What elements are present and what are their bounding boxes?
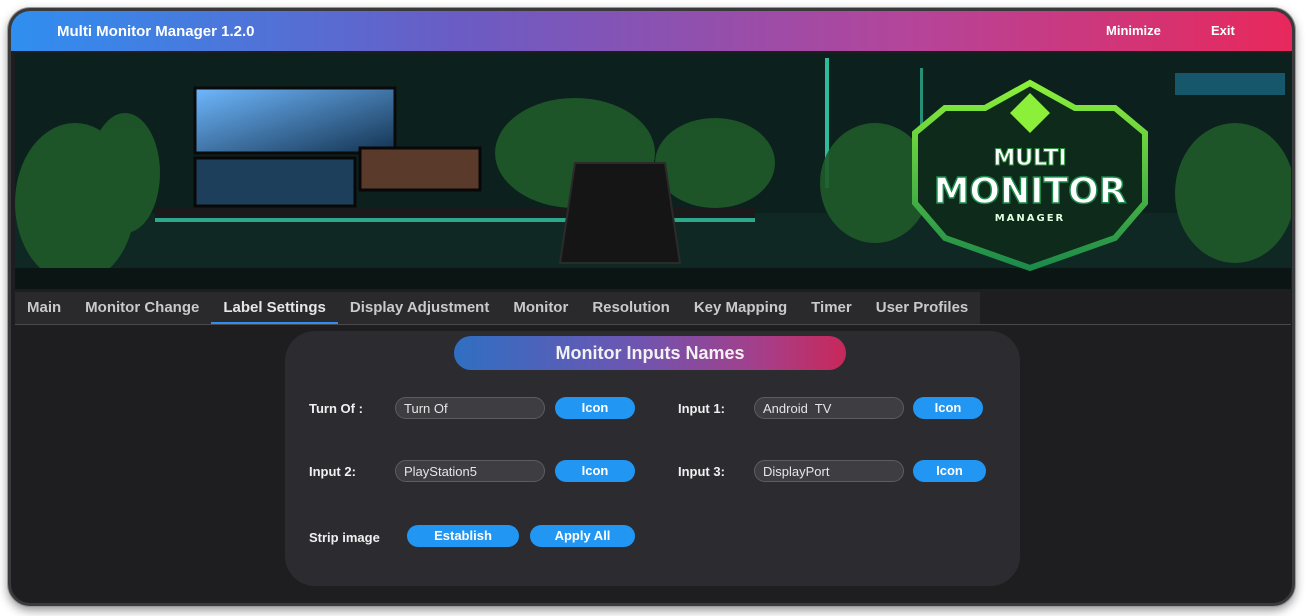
input-3-icon-button[interactable]: Icon	[913, 460, 986, 482]
input-1-icon-button[interactable]: Icon	[913, 397, 983, 419]
input-2-icon-button[interactable]: Icon	[555, 460, 635, 482]
tab-user-profiles[interactable]: User Profiles	[864, 292, 981, 324]
input-1-field[interactable]	[754, 397, 904, 419]
tab-divider	[15, 324, 1291, 325]
app-window: Multi Monitor Manager 1.2.0 Minimize Exi…	[8, 8, 1295, 606]
input-1-label: Input 1:	[678, 401, 725, 416]
logo-word-bottom: MANAGER	[995, 213, 1066, 224]
monitor-inputs-panel: Monitor Inputs Names Turn Of : Icon Inpu…	[285, 331, 1020, 586]
tab-bar: Main Monitor Change Label Settings Displ…	[15, 292, 981, 324]
tab-resolution[interactable]: Resolution	[580, 292, 682, 324]
tab-main[interactable]: Main	[15, 292, 73, 324]
exit-button[interactable]: Exit	[1211, 23, 1235, 38]
input-2-label: Input 2:	[309, 464, 356, 479]
panel-title: Monitor Inputs Names	[454, 336, 846, 370]
input-2-field[interactable]	[395, 460, 545, 482]
turn-off-input[interactable]	[395, 397, 545, 419]
input-3-label: Input 3:	[678, 464, 725, 479]
tab-display-adjustment[interactable]: Display Adjustment	[338, 292, 501, 324]
logo-word-top: MULTI	[993, 146, 1066, 171]
logo-word-main: MONITOR	[934, 171, 1127, 212]
tab-key-mapping[interactable]: Key Mapping	[682, 292, 799, 324]
banner-image: MULTI MONITOR MANAGER	[15, 53, 1291, 289]
multi-monitor-logo: MULTI MONITOR MANAGER	[912, 79, 1148, 272]
minimize-button[interactable]: Minimize	[1106, 23, 1161, 38]
tab-timer[interactable]: Timer	[799, 292, 864, 324]
turn-off-icon-button[interactable]: Icon	[555, 397, 635, 419]
tab-label-settings[interactable]: Label Settings	[211, 292, 338, 324]
strip-image-label: Strip image	[309, 530, 380, 545]
turn-off-label: Turn Of :	[309, 401, 363, 416]
input-3-field[interactable]	[754, 460, 904, 482]
banner-scene: MULTI MONITOR MANAGER	[15, 53, 1291, 289]
app-title: Multi Monitor Manager 1.2.0	[57, 23, 255, 40]
tab-monitor[interactable]: Monitor	[501, 292, 580, 324]
title-bar[interactable]: Multi Monitor Manager 1.2.0 Minimize Exi…	[11, 11, 1292, 51]
establish-button[interactable]: Establish	[407, 525, 519, 547]
tab-monitor-change[interactable]: Monitor Change	[73, 292, 211, 324]
apply-all-button[interactable]: Apply All	[530, 525, 635, 547]
